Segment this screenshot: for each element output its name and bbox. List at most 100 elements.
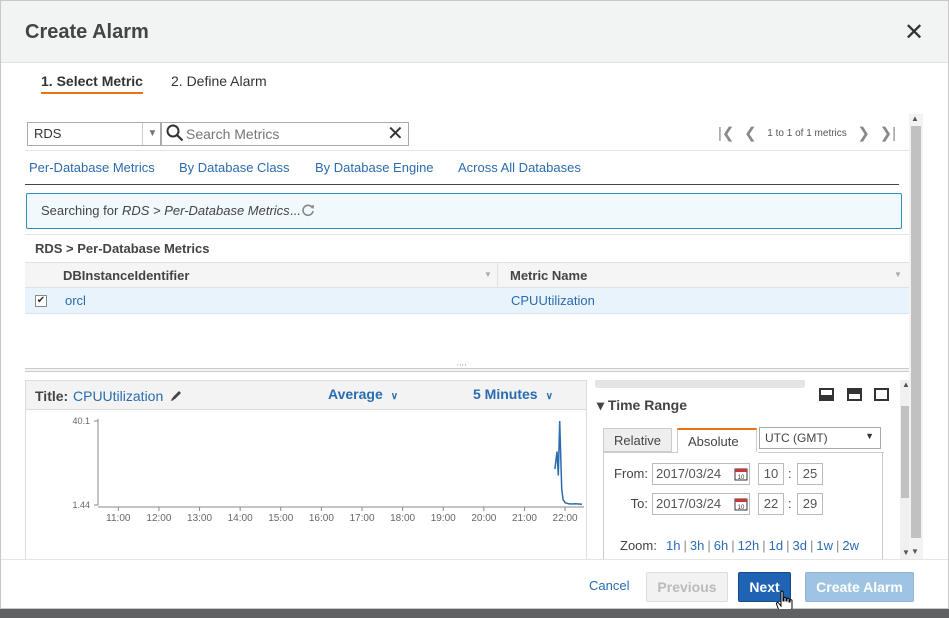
zoom-1w[interactable]: 1w (816, 538, 833, 553)
crumb-divider (25, 234, 911, 235)
absolute-range-form: From: 2017/03/24 10 10 : 25 To: 2017/03/… (603, 452, 884, 559)
metric-category-tabs: Per-Database Metrics By Database Class B… (25, 151, 911, 185)
time-range-title[interactable]: ▾ Time Range (597, 397, 687, 414)
chart-title-value[interactable]: CPUUtilization (73, 388, 163, 404)
zoom-2w[interactable]: 2w (842, 538, 859, 553)
period-select[interactable]: 5 Minutes ∨ (473, 386, 553, 402)
caret-down-icon: ▼ (865, 431, 874, 441)
step-define-alarm[interactable]: 2. Define Alarm (171, 73, 267, 89)
calendar-icon[interactable]: 10 (734, 467, 748, 481)
clear-search-icon[interactable]: ✕ (387, 121, 404, 146)
svg-text:10: 10 (738, 505, 745, 511)
search-status-text: Searching for RDS > Per-Database Metrics… (41, 203, 301, 218)
search-status-box: Searching for RDS > Per-Database Metrics… (26, 193, 902, 229)
x-tick-label: 11:00 (106, 513, 131, 524)
tabs-divider (25, 184, 899, 185)
cancel-button[interactable]: Cancel (589, 578, 629, 593)
create-alarm-button[interactable]: Create Alarm (805, 572, 914, 602)
zoom-3d[interactable]: 3d (793, 538, 807, 553)
metric-toolbar: RDS ▼ ✕ |❮ ❮ 1 to 1 of 1 metrics ❯ ❯| (25, 114, 911, 151)
dialog-footer: Cancel Previous Next Create Alarm (1, 559, 948, 608)
tab-per-database-metrics[interactable]: Per-Database Metrics (29, 160, 155, 175)
chart-header: Title: CPUUtilization Average ∨ 5 Minutes… (26, 381, 586, 410)
chevron-down-icon: ∨ (390, 391, 399, 402)
tab-absolute[interactable]: Absolute (677, 428, 757, 453)
instance-cell[interactable]: orcl (65, 293, 86, 308)
to-label: To: (630, 496, 648, 511)
x-tick-label: 22:00 (553, 513, 578, 524)
sort-icon[interactable]: ▼ (894, 270, 902, 279)
panel-scroll-bar (595, 380, 805, 388)
calendar-icon[interactable]: 10 (734, 497, 748, 511)
colon-separator: : (788, 496, 792, 511)
search-icon (166, 124, 184, 142)
content-scrollbar[interactable]: ▲ ▼ (909, 114, 923, 559)
from-hour-input[interactable]: 10 (758, 463, 784, 485)
layout-top-icon[interactable] (846, 388, 862, 402)
grip-icon[interactable]: '''' (457, 363, 467, 372)
column-header-instance[interactable]: DBInstanceIdentifier (63, 268, 189, 283)
previous-button[interactable]: Previous (646, 572, 728, 602)
next-page-icon[interactable]: ❯ (854, 124, 873, 142)
pager: |❮ ❮ 1 to 1 of 1 metrics ❯ ❯| (715, 124, 899, 144)
scroll-down-icon[interactable]: ▼ (911, 547, 919, 556)
from-minute-input[interactable]: 25 (797, 463, 823, 485)
table-header: DBInstanceIdentifier ▼ Metric Name ▼ (25, 262, 911, 289)
tab-relative[interactable]: Relative (603, 428, 672, 452)
metric-name-cell[interactable]: CPUUtilization (511, 293, 595, 308)
zoom-options: 1h | 3h | 6h | 12h | 1d | 3d | 1w | 2w (666, 538, 860, 553)
tab-by-database-class[interactable]: By Database Class (179, 160, 290, 175)
timezone-select[interactable]: UTC (GMT) ▼ (759, 427, 881, 449)
time-range-panel: ▾ Time Range Relative Absolute UTC (GMT)… (593, 380, 911, 559)
zoom-6h[interactable]: 6h (714, 538, 728, 553)
x-tick-label: 19:00 (431, 513, 456, 524)
panel-resize-handle[interactable]: '''' (25, 363, 911, 372)
cpu-utilization-chart: 40.1 1.44 11:00 12:00 13:00 14:00 15:00 16:00 17… (72, 416, 584, 524)
first-page-icon[interactable]: |❮ (715, 124, 737, 142)
x-tick-label: 20:00 (471, 513, 496, 524)
zoom-12h[interactable]: 12h (738, 538, 760, 553)
prev-page-icon[interactable]: ❮ (741, 124, 760, 142)
layout-full-icon[interactable] (874, 388, 890, 402)
namespace-value: RDS (34, 126, 62, 141)
last-page-icon[interactable]: ❯| (877, 124, 899, 142)
zoom-3h[interactable]: 3h (690, 538, 704, 553)
column-header-metric-name[interactable]: Metric Name (510, 268, 587, 283)
row-checkbox[interactable]: ✔ (35, 295, 47, 307)
scroll-thumb[interactable] (911, 126, 921, 538)
refresh-icon (302, 204, 314, 217)
scroll-up-icon[interactable]: ▲ (911, 114, 919, 123)
from-label: From: (614, 466, 648, 481)
metric-browser: RDS ▼ ✕ |❮ ❮ 1 to 1 of 1 metrics ❯ ❯| Pe… (25, 114, 911, 559)
layout-bottom-icon[interactable] (819, 388, 834, 402)
dialog-header: Create Alarm ✕ (1, 1, 948, 63)
tab-by-database-engine[interactable]: By Database Engine (315, 160, 434, 175)
chevron-down-icon: ∨ (545, 391, 553, 402)
x-tick-label: 18:00 (390, 513, 415, 524)
close-icon[interactable]: ✕ (904, 19, 924, 47)
zoom-1d[interactable]: 1d (769, 538, 783, 553)
zoom-1h[interactable]: 1h (666, 538, 680, 553)
step-select-metric[interactable]: 1. Select Metric (41, 73, 143, 94)
x-tick-label: 15:00 (268, 513, 293, 524)
sort-icon[interactable]: ▼ (484, 270, 492, 279)
search-box: ✕ (161, 122, 409, 146)
search-input[interactable] (186, 125, 381, 143)
y-tick-label: 1.44 (72, 500, 90, 510)
svg-text:10: 10 (738, 475, 745, 481)
caret-down-icon[interactable]: ▼ (142, 123, 162, 145)
chart-title-label: Title: (35, 388, 69, 404)
statistic-select[interactable]: Average ∨ (328, 386, 398, 402)
tab-across-all-databases[interactable]: Across All Databases (458, 160, 581, 175)
x-tick-label: 14:00 (228, 513, 253, 524)
namespace-select[interactable]: RDS ▼ (27, 122, 161, 146)
column-divider[interactable] (497, 263, 498, 289)
table-row[interactable]: ✔ orcl CPUUtilization (25, 288, 911, 314)
x-tick-label: 21:00 (512, 513, 537, 524)
pencil-icon[interactable] (170, 389, 183, 402)
chart-panel: Title: CPUUtilization Average ∨ 5 Minutes… (25, 380, 587, 559)
to-hour-input[interactable]: 22 (758, 493, 784, 515)
to-minute-input[interactable]: 29 (797, 493, 823, 515)
layout-toggle (819, 386, 890, 402)
pager-text: 1 to 1 of 1 metrics (767, 127, 847, 139)
